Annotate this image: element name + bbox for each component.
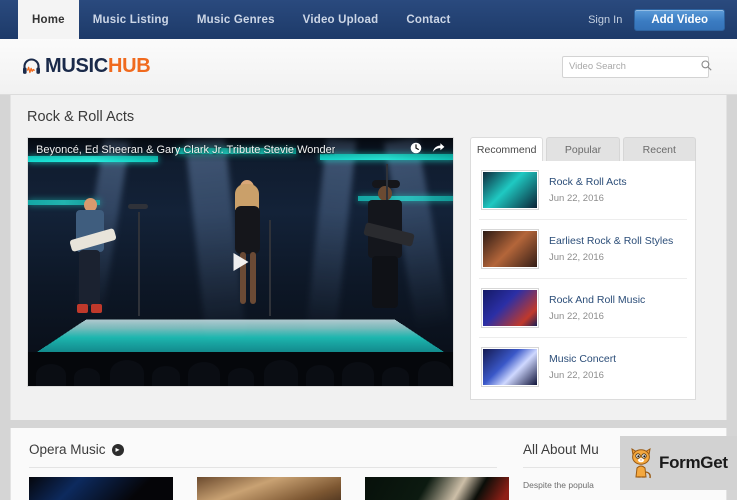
- opera-music-section: Opera Music ▸: [11, 428, 509, 500]
- add-video-button[interactable]: Add Video: [634, 8, 725, 31]
- site-header: MUSICHUB: [0, 39, 737, 95]
- nav-item-music-listing-label: Music Listing: [92, 13, 169, 26]
- nav-actions: Sign In Add Video: [588, 0, 737, 39]
- opera-thumbnail[interactable]: [29, 477, 173, 500]
- performer-legs: [79, 250, 100, 306]
- performer-left: [64, 190, 124, 350]
- list-item[interactable]: Rock & Roll Acts Jun 22, 2016: [479, 161, 687, 220]
- performer-shoe: [77, 304, 88, 313]
- brand-name-primary: MUSIC: [45, 55, 108, 77]
- sidebar-tabs: Recommend Popular Recent: [470, 137, 696, 161]
- video-thumbnail: [481, 229, 539, 269]
- mic-stand: [269, 220, 271, 316]
- video-player[interactable]: Beyoncé, Ed Sheeran & Gary Clark Jr. Tri…: [27, 137, 454, 387]
- content-row: Beyoncé, Ed Sheeran & Gary Clark Jr. Tri…: [27, 137, 726, 400]
- tab-recent[interactable]: Recent: [622, 137, 696, 161]
- video-thumbnail: [481, 170, 539, 210]
- opera-music-title: Opera Music: [29, 442, 106, 457]
- opera-thumbnail[interactable]: [365, 477, 509, 500]
- video-title-overlay: Beyoncé, Ed Sheeran & Gary Clark Jr. Tri…: [28, 138, 453, 162]
- divider: [29, 467, 497, 468]
- nav-item-home[interactable]: Home: [18, 0, 79, 39]
- list-item-title[interactable]: Rock & Roll Acts: [549, 176, 627, 188]
- list-item-date: Jun 22, 2016: [549, 193, 604, 204]
- nav-menu: Home Music Listing Music Genres Video Up…: [18, 0, 465, 39]
- play-icon[interactable]: [233, 253, 248, 271]
- performer-right: [358, 180, 422, 350]
- performer-center: [224, 178, 274, 350]
- formget-label: FormGet: [659, 453, 728, 472]
- list-item-date: Jun 22, 2016: [549, 370, 604, 381]
- recommended-video-list: Rock & Roll Acts Jun 22, 2016 Earliest R…: [470, 161, 696, 400]
- opera-thumbnail[interactable]: [197, 477, 341, 500]
- nav-item-video-upload-label: Video Upload: [302, 13, 379, 26]
- mic-stand: [138, 212, 140, 316]
- list-item-title[interactable]: Music Concert: [549, 353, 616, 365]
- list-item[interactable]: Rock And Roll Music Jun 22, 2016: [479, 279, 687, 338]
- video-thumbnail: [481, 347, 539, 387]
- list-item-date: Jun 22, 2016: [549, 311, 604, 322]
- arrow-right-circle-icon[interactable]: ▸: [111, 443, 124, 456]
- clock-icon[interactable]: [410, 141, 422, 159]
- list-item-date: Jun 22, 2016: [549, 252, 604, 263]
- tab-popular[interactable]: Popular: [546, 137, 620, 161]
- list-item-meta: Earliest Rock & Roll Styles Jun 22, 2016: [549, 229, 673, 263]
- video-overlay-actions: [410, 141, 445, 159]
- search-input[interactable]: [569, 61, 701, 72]
- performer-dress: [235, 206, 260, 254]
- brand-name-accent: HUB: [107, 55, 151, 77]
- nav-item-home-label: Home: [32, 13, 65, 26]
- video-title: Beyoncé, Ed Sheeran & Gary Clark Jr. Tri…: [36, 144, 336, 156]
- top-navigation-bar: Home Music Listing Music Genres Video Up…: [0, 0, 737, 39]
- performer-head: [378, 186, 392, 201]
- nav-item-contact[interactable]: Contact: [392, 0, 464, 39]
- nav-item-music-genres[interactable]: Music Genres: [183, 0, 289, 39]
- microphone-icon: [128, 204, 148, 209]
- page-title: Rock & Roll Acts: [27, 109, 135, 125]
- section-title: Opera Music ▸: [29, 442, 509, 457]
- search-box[interactable]: [562, 55, 712, 78]
- formget-watermark: FormGet: [620, 436, 737, 490]
- nav-item-music-listing[interactable]: Music Listing: [79, 0, 183, 39]
- sign-in-link[interactable]: Sign In: [588, 14, 622, 26]
- tab-recommend[interactable]: Recommend: [470, 137, 544, 161]
- list-item[interactable]: Music Concert Jun 22, 2016: [479, 338, 687, 396]
- app-root: Home Music Listing Music Genres Video Up…: [0, 0, 737, 500]
- nav-item-music-genres-label: Music Genres: [196, 13, 275, 26]
- list-item[interactable]: Earliest Rock & Roll Styles Jun 22, 2016: [479, 220, 687, 279]
- nav-item-video-upload[interactable]: Video Upload: [289, 0, 393, 39]
- list-item-meta: Rock & Roll Acts Jun 22, 2016: [549, 170, 627, 204]
- nav-item-contact-label: Contact: [406, 13, 451, 26]
- brand-name: MUSICHUB: [45, 55, 151, 78]
- opera-thumbnail-row: [29, 477, 509, 500]
- video-sidebar: Recommend Popular Recent Rock & Roll Act…: [470, 137, 696, 400]
- performer-leg: [250, 252, 256, 304]
- video-thumbnail: [481, 288, 539, 328]
- share-icon[interactable]: [432, 141, 445, 159]
- list-item-title[interactable]: Rock And Roll Music: [549, 294, 645, 306]
- list-item-meta: Rock And Roll Music Jun 22, 2016: [549, 288, 645, 322]
- mic-stand: [386, 164, 388, 200]
- list-item-title[interactable]: Earliest Rock & Roll Styles: [549, 235, 673, 247]
- performer-legs: [372, 256, 398, 308]
- search-icon[interactable]: [701, 58, 712, 76]
- performer-shoe: [91, 304, 102, 313]
- headphones-icon: [22, 57, 41, 76]
- audience-silhouette: [28, 352, 453, 386]
- brand-logo[interactable]: MUSICHUB: [22, 55, 151, 78]
- main-content: Rock & Roll Acts Beyoncé, Ed Sheeran & G…: [10, 95, 727, 420]
- cat-mascot-icon: [628, 446, 654, 480]
- list-item-meta: Music Concert Jun 22, 2016: [549, 347, 616, 381]
